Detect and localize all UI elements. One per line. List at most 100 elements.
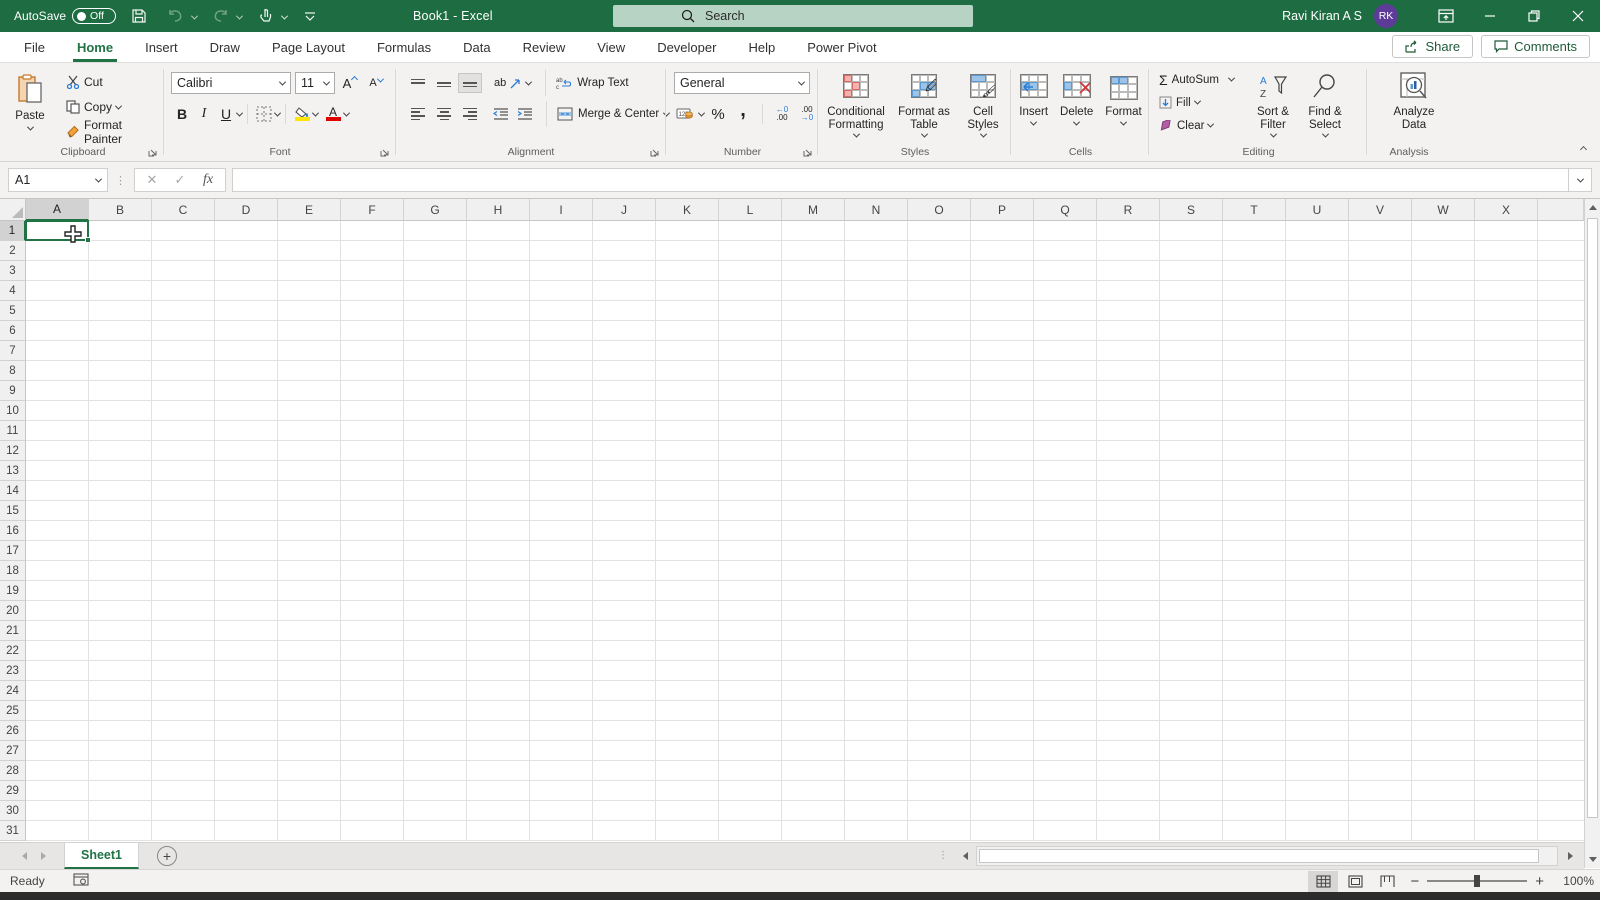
select-all-corner[interactable] — [0, 199, 26, 221]
row-header-15[interactable]: 15 — [0, 501, 26, 521]
column-header-f[interactable]: F — [341, 199, 404, 221]
column-header-p[interactable]: P — [971, 199, 1034, 221]
borders-icon[interactable] — [253, 103, 275, 125]
number-dialog-launcher-icon[interactable] — [803, 146, 815, 158]
wrap-text-button[interactable]: abc Wrap Text — [556, 76, 628, 90]
insert-function-icon[interactable]: fx — [195, 170, 221, 190]
comma-style-button[interactable]: , — [732, 103, 754, 125]
analyze-data-button[interactable]: Analyze Data — [1379, 65, 1449, 134]
column-header-l[interactable]: L — [719, 199, 782, 221]
clipboard-dialog-launcher-icon[interactable] — [148, 146, 160, 158]
row-header-2[interactable]: 2 — [0, 241, 26, 261]
copy-button[interactable]: Copy — [62, 96, 162, 118]
avatar[interactable]: RK — [1374, 4, 1398, 28]
row-header-21[interactable]: 21 — [0, 621, 26, 641]
merge-center-button[interactable]: Merge & Center — [557, 107, 669, 121]
redo-dropdown-icon[interactable] — [237, 9, 242, 23]
save-icon[interactable] — [126, 3, 152, 29]
customize-quick-access-icon[interactable] — [297, 3, 323, 29]
tab-file[interactable]: File — [8, 32, 61, 62]
row-header-31[interactable]: 31 — [0, 821, 26, 841]
row-header-12[interactable]: 12 — [0, 441, 26, 461]
scroll-up-icon[interactable] — [1585, 199, 1600, 216]
page-break-preview-button[interactable] — [1372, 871, 1402, 892]
insert-cells-button[interactable]: Insert — [1014, 65, 1053, 128]
tab-data[interactable]: Data — [447, 32, 506, 62]
autosum-dropdown-icon[interactable] — [1228, 75, 1235, 82]
sheet-tab-sheet1[interactable]: Sheet1 — [64, 843, 139, 869]
bottom-align-button[interactable] — [458, 73, 482, 94]
row-header-25[interactable]: 25 — [0, 701, 26, 721]
column-header-j[interactable]: J — [593, 199, 656, 221]
undo-dropdown-icon[interactable] — [192, 9, 197, 23]
row-header-1[interactable]: 1 — [0, 221, 26, 241]
font-color-button[interactable]: A — [322, 103, 344, 125]
alignment-dialog-launcher-icon[interactable] — [650, 146, 662, 158]
font-color-dropdown-icon[interactable] — [343, 109, 350, 116]
column-header-e[interactable]: E — [278, 199, 341, 221]
row-header-28[interactable]: 28 — [0, 761, 26, 781]
row-header-22[interactable]: 22 — [0, 641, 26, 661]
row-header-30[interactable]: 30 — [0, 801, 26, 821]
touch-mode-dropdown-icon[interactable] — [282, 9, 287, 23]
row-header-6[interactable]: 6 — [0, 321, 26, 341]
row-header-8[interactable]: 8 — [0, 361, 26, 381]
find-select-button[interactable]: Find & Select — [1299, 65, 1351, 140]
tab-developer[interactable]: Developer — [641, 32, 732, 62]
search-input[interactable] — [705, 9, 925, 23]
tab-power-pivot[interactable]: Power Pivot — [791, 32, 892, 62]
paste-dropdown-icon[interactable] — [26, 124, 33, 131]
column-header-n[interactable]: N — [845, 199, 908, 221]
row-header-14[interactable]: 14 — [0, 481, 26, 501]
copy-dropdown-icon[interactable] — [115, 102, 122, 109]
row-header-19[interactable]: 19 — [0, 581, 26, 601]
column-header-w[interactable]: W — [1412, 199, 1475, 221]
row-header-29[interactable]: 29 — [0, 781, 26, 801]
scroll-right-icon[interactable] — [1560, 847, 1580, 865]
cancel-icon[interactable]: ✕ — [139, 170, 165, 190]
column-header-o[interactable]: O — [908, 199, 971, 221]
column-header-u[interactable]: U — [1286, 199, 1349, 221]
autosave-pill[interactable]: Off — [72, 8, 116, 24]
row-header-3[interactable]: 3 — [0, 261, 26, 281]
row-header-16[interactable]: 16 — [0, 521, 26, 541]
accounting-format-icon[interactable]: 123 — [674, 103, 696, 125]
scroll-down-icon[interactable] — [1585, 851, 1600, 868]
tab-insert[interactable]: Insert — [129, 32, 194, 62]
tab-draw[interactable]: Draw — [194, 32, 256, 62]
italic-button[interactable]: I — [193, 103, 215, 125]
row-header-26[interactable]: 26 — [0, 721, 26, 741]
new-sheet-button[interactable]: + — [157, 846, 177, 866]
row-header-24[interactable]: 24 — [0, 681, 26, 701]
percent-style-button[interactable]: % — [707, 103, 729, 125]
ribbon-display-options-icon[interactable] — [1424, 0, 1468, 32]
column-header-t[interactable]: T — [1223, 199, 1286, 221]
vertical-scrollbar[interactable] — [1584, 199, 1600, 868]
vertical-scroll-thumb[interactable] — [1587, 218, 1598, 818]
tab-view[interactable]: View — [581, 32, 641, 62]
fill-handle[interactable] — [85, 237, 91, 243]
row-header-10[interactable]: 10 — [0, 401, 26, 421]
column-header-r[interactable]: R — [1097, 199, 1160, 221]
undo-icon[interactable] — [162, 3, 188, 29]
column-header-g[interactable]: G — [404, 199, 467, 221]
fill-color-dropdown-icon[interactable] — [312, 109, 319, 116]
format-painter-button[interactable]: Format Painter — [62, 121, 162, 143]
close-icon[interactable] — [1556, 0, 1600, 32]
column-header-i[interactable]: I — [530, 199, 593, 221]
user-name[interactable]: Ravi Kiran A S — [1282, 9, 1362, 23]
format-as-table-dropdown-icon[interactable] — [920, 131, 927, 138]
row-header-20[interactable]: 20 — [0, 601, 26, 621]
underline-button[interactable]: U — [215, 103, 237, 125]
format-as-table-button[interactable]: 🖉 Format as Table — [893, 65, 955, 140]
cell-styles-button[interactable]: 🖌 Cell Styles — [959, 65, 1007, 140]
font-family-select[interactable]: Calibri — [171, 72, 291, 94]
fill-color-button[interactable] — [291, 103, 313, 125]
formula-input[interactable] — [233, 169, 1568, 191]
tab-review[interactable]: Review — [507, 32, 582, 62]
redo-icon[interactable] — [207, 3, 233, 29]
cut-button[interactable]: Cut — [62, 71, 162, 93]
tab-page-layout[interactable]: Page Layout — [256, 32, 361, 62]
next-sheet-icon[interactable] — [41, 852, 46, 860]
row-header-9[interactable]: 9 — [0, 381, 26, 401]
